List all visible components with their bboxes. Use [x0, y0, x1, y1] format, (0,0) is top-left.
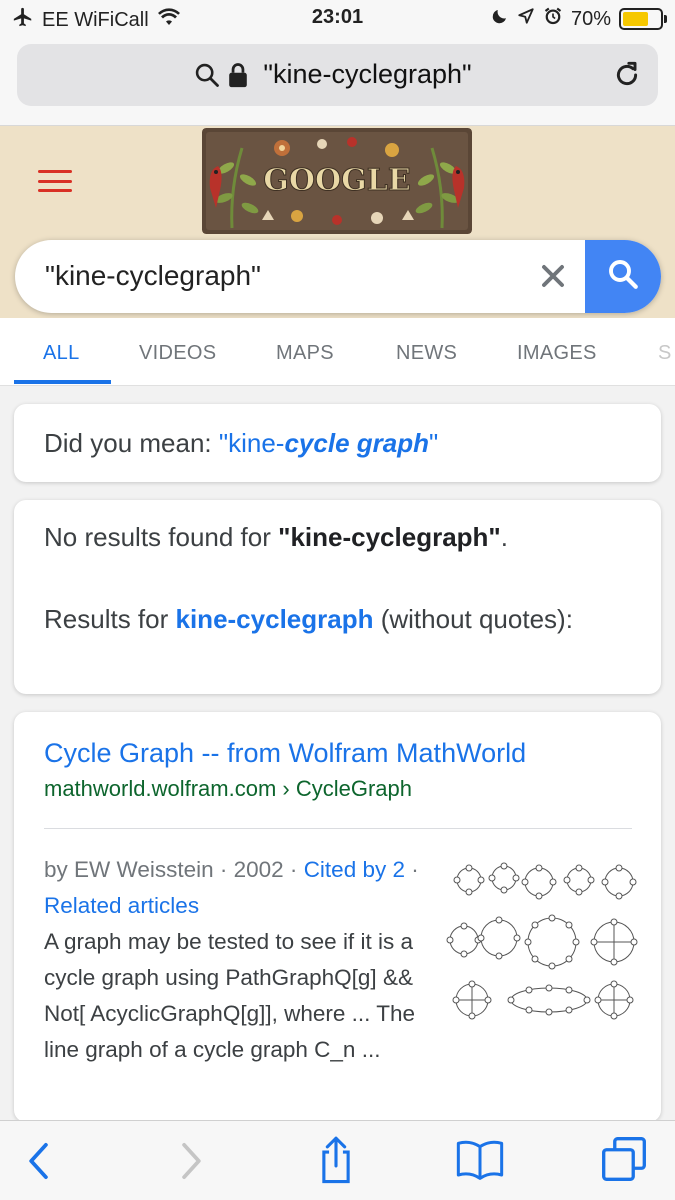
- active-tab-indicator: [14, 380, 111, 384]
- status-right: 70%: [491, 6, 667, 32]
- result-url[interactable]: mathworld.wolfram.com › CycleGraph: [44, 776, 412, 802]
- suggestion-link-end: ": [428, 428, 439, 458]
- no-results-prefix: No results found for: [44, 522, 279, 552]
- did-you-mean-prefix: Did you mean:: [44, 428, 219, 458]
- share-icon[interactable]: [314, 1133, 358, 1190]
- tab-more[interactable]: S: [658, 342, 672, 365]
- result-title[interactable]: Cycle Graph -- from Wolfram MathWorld: [44, 738, 526, 769]
- clear-icon[interactable]: [535, 258, 571, 294]
- tab-all[interactable]: ALL: [43, 342, 80, 365]
- browser-toolbar: "kine-cyclegraph": [0, 38, 675, 126]
- results-for-text: Results for kine-cyclegraph (without quo…: [44, 600, 604, 638]
- search-icon: [605, 256, 641, 297]
- results-for-link[interactable]: kine-cyclegraph: [176, 604, 374, 634]
- menu-line: [38, 170, 72, 173]
- related-articles-link[interactable]: Related articles: [44, 893, 199, 918]
- search-tabs: ALL VIDEOS MAPS NEWS IMAGES S: [0, 318, 675, 386]
- location-arrow-icon: [517, 7, 535, 31]
- did-you-mean-card: Did you mean: "kine-cycle graph": [14, 404, 661, 482]
- did-you-mean: Did you mean: "kine-cycle graph": [44, 428, 438, 459]
- battery-icon: [619, 8, 667, 30]
- address-bar[interactable]: "kine-cyclegraph": [17, 44, 658, 106]
- alarm-icon: [543, 6, 563, 32]
- cited-by-link[interactable]: Cited by 2: [304, 857, 405, 882]
- result-thumbnail[interactable]: [444, 850, 644, 1030]
- result-meta: by EW Weisstein · 2002 ·: [44, 857, 304, 882]
- google-doodle-logo[interactable]: GOOGLE: [202, 128, 472, 234]
- results-for-prefix: Results for: [44, 604, 176, 634]
- result-snippet-text: A graph may be tested to see if it is a …: [44, 929, 415, 1062]
- moon-icon: [491, 7, 509, 31]
- tabs-icon[interactable]: [600, 1135, 648, 1188]
- back-icon[interactable]: [22, 1139, 58, 1188]
- svg-text:GOOGLE: GOOGLE: [263, 163, 410, 198]
- search-button[interactable]: [585, 240, 661, 313]
- results-for-suffix: (without quotes):: [373, 604, 573, 634]
- tab-maps[interactable]: MAPS: [276, 342, 334, 365]
- tab-images[interactable]: IMAGES: [517, 342, 597, 365]
- forward-icon[interactable]: [172, 1139, 208, 1188]
- battery-percent: 70%: [570, 7, 611, 30]
- battery-level: [623, 12, 649, 26]
- search-input[interactable]: "kine-cyclegraph": [45, 260, 261, 292]
- no-results-query: "kine-cyclegraph": [278, 522, 501, 552]
- menu-button[interactable]: [38, 170, 72, 192]
- no-results-text: No results found for "kine-cyclegraph".: [44, 522, 508, 553]
- suggestion-link-start: "kine-: [218, 428, 285, 458]
- menu-line: [38, 179, 72, 183]
- no-results-end: .: [500, 522, 508, 552]
- address-url: "kine-cyclegraph": [263, 59, 472, 89]
- reload-icon[interactable]: [612, 59, 642, 96]
- suggestion-link-emphasis: cycle graph: [284, 428, 429, 458]
- menu-line: [38, 189, 72, 192]
- result-snippet: by EW Weisstein · 2002 · Cited by 2 · Re…: [44, 852, 429, 1068]
- search-result-card: Cycle Graph -- from Wolfram MathWorld ma…: [14, 712, 661, 1122]
- safari-bottom-toolbar: [0, 1120, 675, 1200]
- result-divider: [44, 828, 632, 829]
- status-bar: EE WiFiCall 23:01 70%: [0, 0, 675, 38]
- tab-news[interactable]: NEWS: [396, 342, 457, 365]
- result-meta-sep: ·: [405, 857, 419, 882]
- suggestion-link[interactable]: "kine-cycle graph": [219, 428, 438, 458]
- tab-videos[interactable]: VIDEOS: [139, 342, 216, 365]
- no-results-card: No results found for "kine-cyclegraph". …: [14, 500, 661, 694]
- bookmarks-icon[interactable]: [455, 1137, 505, 1188]
- search-box[interactable]: "kine-cyclegraph": [15, 240, 661, 313]
